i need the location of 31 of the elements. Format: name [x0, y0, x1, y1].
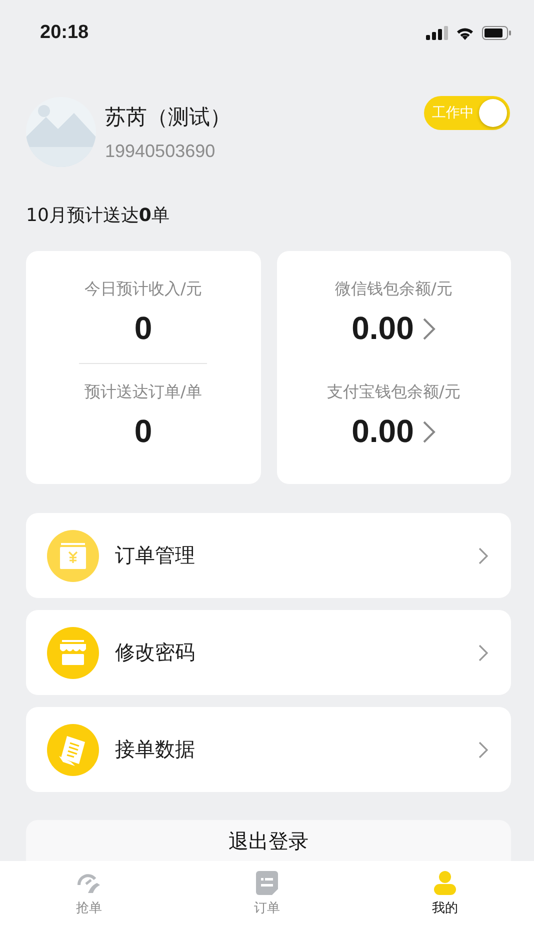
wifi-icon	[455, 26, 475, 40]
battery-icon	[482, 26, 512, 40]
phone-number: 19940503690	[105, 140, 216, 162]
tab[interactable]: 我的	[432, 861, 458, 917]
stat-label: 支付宝钱包余额/元	[327, 382, 460, 403]
shop-icon	[47, 626, 99, 678]
cash-box-icon	[47, 530, 99, 582]
document-icon	[47, 724, 99, 776]
document-icon	[256, 871, 278, 895]
menu-item[interactable]: 订单管理	[26, 513, 511, 598]
chevron-right-icon[interactable]	[422, 420, 436, 444]
stat-label: 预计送达订单/单	[84, 382, 202, 403]
stat-label: 今日预计收入/元	[84, 279, 202, 300]
person-icon	[434, 871, 456, 895]
menu-item[interactable]: 修改密码	[26, 610, 511, 695]
gauge-icon	[76, 871, 102, 895]
status-time: 20:18	[40, 22, 89, 44]
monthly-summary: 10月预计送达0单	[25, 204, 170, 227]
chevron-right-icon	[478, 740, 489, 758]
stat-value: 0	[134, 310, 152, 347]
signal-icon	[426, 26, 448, 40]
chevron-right-icon[interactable]	[422, 316, 436, 340]
menu-item[interactable]: 接单数据	[26, 707, 511, 792]
user-name: 苏芮（测试）	[105, 104, 232, 130]
chevron-right-icon	[478, 644, 489, 662]
stat-label: 微信钱包余额/元	[335, 279, 452, 300]
stat-value[interactable]: 0.00	[352, 413, 414, 450]
stat-value[interactable]: 0.00	[352, 310, 414, 347]
logout-button[interactable]: 退出登录	[26, 820, 511, 861]
stat-value: 0	[134, 413, 152, 450]
chevron-right-icon	[478, 546, 489, 564]
